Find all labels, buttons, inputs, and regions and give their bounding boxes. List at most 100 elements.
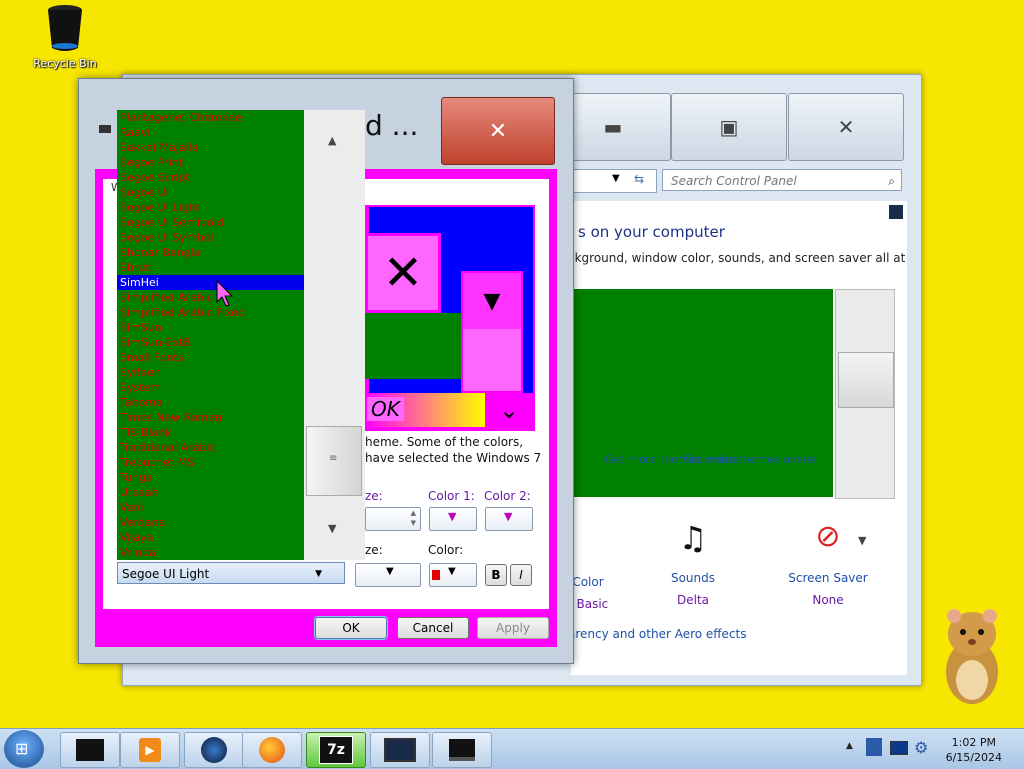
font-list-item[interactable]: Tunga bbox=[117, 470, 304, 485]
font-list-item[interactable]: Traditional Arabic bbox=[117, 440, 304, 455]
volume-tray-icon[interactable]: ⚙ bbox=[914, 738, 928, 757]
font-list-item[interactable]: Small Fonts bbox=[117, 350, 304, 365]
font-list-item[interactable]: Segoe Script bbox=[117, 170, 304, 185]
taskbar-media-player[interactable]: ▶ bbox=[120, 732, 180, 768]
font-list-item[interactable]: SimHei bbox=[117, 275, 304, 290]
color2-picker[interactable]: ▼ bbox=[485, 507, 533, 531]
address-bar[interactable]: ▼ ⇆ bbox=[571, 169, 657, 193]
chevron-down-icon[interactable]: ▼ bbox=[612, 173, 620, 184]
italic-button[interactable]: I bbox=[510, 564, 532, 586]
themes-list[interactable]: Get more themes online Get more themes o… bbox=[571, 289, 833, 497]
font-list-scrollbar[interactable]: ▲ ≡ ▼ bbox=[304, 110, 365, 560]
taskbar-clock[interactable]: 1:02 PM 6/15/2024 bbox=[946, 735, 1002, 765]
taskbar-display[interactable] bbox=[370, 732, 430, 768]
sounds-icon: ♫ bbox=[678, 519, 708, 557]
font-list-item[interactable]: Times New Roman bbox=[117, 410, 304, 425]
font-combo[interactable]: Segoe UI Light ▼ bbox=[117, 562, 345, 584]
font-list-item[interactable]: Tahoma bbox=[117, 395, 304, 410]
apply-button[interactable]: Apply bbox=[477, 617, 549, 639]
font-list-item[interactable]: Segoe UI Semibold bbox=[117, 215, 304, 230]
font-list-item[interactable]: Shonar Bangla bbox=[117, 245, 304, 260]
font-list-item[interactable]: Sylfaen bbox=[117, 365, 304, 380]
dialog-app-icon bbox=[99, 125, 111, 133]
font-size-combo[interactable]: ▼ bbox=[355, 563, 421, 587]
font-list-item[interactable]: TIB Blank bbox=[117, 425, 304, 440]
font-color-swatch bbox=[432, 570, 440, 580]
font-list-item[interactable]: SimSun bbox=[117, 320, 304, 335]
taskbar-app-black-box[interactable] bbox=[60, 732, 120, 768]
taskbar-globe[interactable] bbox=[184, 732, 244, 768]
start-button[interactable]: ⊞ bbox=[4, 730, 44, 768]
font-list-item[interactable]: System bbox=[117, 380, 304, 395]
show-hidden-icons-icon[interactable]: ▲ bbox=[846, 741, 853, 751]
color1-label: Color 1: bbox=[428, 489, 475, 503]
font-list-item[interactable]: Utsaah bbox=[117, 485, 304, 500]
taskbar-7zip[interactable]: 7z bbox=[306, 732, 366, 768]
cancel-button[interactable]: Cancel bbox=[397, 617, 469, 639]
preview-scrollbar: ▼ bbox=[461, 271, 523, 393]
recycle-bin[interactable]: Recycle Bin bbox=[30, 4, 100, 70]
themes-scrollbar[interactable]: ▲ ▼ bbox=[835, 289, 895, 547]
font-list-item[interactable]: Segoe UI Light bbox=[117, 200, 304, 215]
font-list-item[interactable]: Trebuchet MS bbox=[117, 455, 304, 470]
font-color-picker[interactable]: ▼ bbox=[429, 563, 477, 587]
bold-button[interactable]: B bbox=[485, 564, 507, 586]
font-list-item[interactable]: Plantagenet Cherokee bbox=[117, 110, 304, 125]
font-list-item[interactable]: Simplified Arabic bbox=[117, 290, 304, 305]
taskbar-firefox[interactable] bbox=[242, 732, 302, 768]
dialog-description-1: heme. Some of the colors, bbox=[365, 435, 524, 449]
font-list-item[interactable]: Vrinda bbox=[117, 545, 304, 560]
tile-sub: Delta bbox=[676, 593, 709, 607]
font-list-item[interactable]: Vani bbox=[117, 500, 304, 515]
aero-link[interactable]: arency and other Aero effects bbox=[568, 627, 747, 641]
scroll-down-icon[interactable]: ▼ bbox=[328, 522, 336, 535]
dialog-title: d ... bbox=[365, 109, 419, 142]
taskbar-monitor[interactable] bbox=[432, 732, 492, 768]
font-list-item[interactable]: Sakkal Majalla bbox=[117, 140, 304, 155]
font-list-item[interactable]: Raavi bbox=[117, 125, 304, 140]
font-list-item[interactable]: Verdana bbox=[117, 515, 304, 530]
ok-button[interactable]: OK bbox=[315, 617, 387, 639]
font-list-item[interactable]: SimSun-ExtB bbox=[117, 335, 304, 350]
tile-sounds[interactable]: ♫ Sounds Delta bbox=[653, 519, 733, 607]
chevron-down-icon: ▼ bbox=[448, 510, 457, 523]
font-list-item[interactable]: Segoe Print bbox=[117, 155, 304, 170]
font-list-item[interactable]: Vijaya bbox=[117, 530, 304, 545]
color1-picker[interactable]: ▼ bbox=[429, 507, 477, 531]
font-list-item[interactable]: Segoe UI bbox=[117, 185, 304, 200]
display-monitor-icon bbox=[384, 738, 416, 762]
font-list-item[interactable]: Shruti bbox=[117, 260, 304, 275]
spinner-arrows-icon[interactable]: ▲ ▼ bbox=[411, 508, 416, 528]
hamster-gadget-icon[interactable] bbox=[936, 602, 1008, 706]
preview-down-icon: ▼ bbox=[463, 273, 521, 329]
close-button[interactable]: ✕ bbox=[788, 93, 904, 161]
media-player-icon: ▶ bbox=[139, 738, 161, 762]
scroll-up-icon[interactable]: ▲ bbox=[328, 134, 336, 147]
recycle-bin-icon bbox=[48, 5, 82, 51]
preview-area[interactable]: ✕ ▼ OK ⌄ bbox=[365, 205, 535, 431]
help-icon[interactable] bbox=[889, 205, 903, 219]
search-icon[interactable]: ⌕ bbox=[888, 170, 895, 192]
preview-ok-text: OK bbox=[367, 397, 404, 421]
firefox-icon bbox=[259, 737, 285, 763]
item-size-spinner[interactable]: ▲ ▼ bbox=[365, 507, 421, 531]
chevron-down-icon: ▼ bbox=[315, 569, 322, 579]
search-input[interactable]: Search Control Panel ⌕ bbox=[662, 169, 902, 191]
dialog-close-button[interactable]: ✕ bbox=[441, 97, 555, 165]
font-list-item[interactable]: Simplified Arabic Fixed bbox=[117, 305, 304, 320]
maximize-button[interactable]: ▣ bbox=[671, 93, 787, 161]
page-description: ckground, window color, sounds, and scre… bbox=[568, 251, 906, 265]
refresh-icon[interactable]: ⇆ bbox=[634, 172, 644, 186]
scroll-thumb[interactable]: ≡ bbox=[306, 426, 362, 496]
item-size-label: ze: bbox=[365, 489, 383, 503]
font-list-item[interactable]: Segoe UI Symbol bbox=[117, 230, 304, 245]
network-tray-icon[interactable] bbox=[866, 738, 882, 756]
font-dropdown-list[interactable]: Plantagenet Cherokee Raavi Sakkal Majalla S… bbox=[117, 110, 304, 560]
tile-screen-saver[interactable]: ⊘ Screen Saver None bbox=[783, 519, 873, 607]
font-size-label: ze: bbox=[365, 543, 383, 557]
taskbar: ⊞ ▶ 7z ▲ ⚙ 1:02 PM 6/15/2024 bbox=[0, 728, 1024, 769]
display-tray-icon[interactable] bbox=[890, 741, 908, 755]
close-icon: ✕ bbox=[837, 115, 855, 139]
scroll-thumb[interactable] bbox=[838, 352, 894, 408]
themes-link-2[interactable]: Get more themes online bbox=[683, 453, 816, 466]
